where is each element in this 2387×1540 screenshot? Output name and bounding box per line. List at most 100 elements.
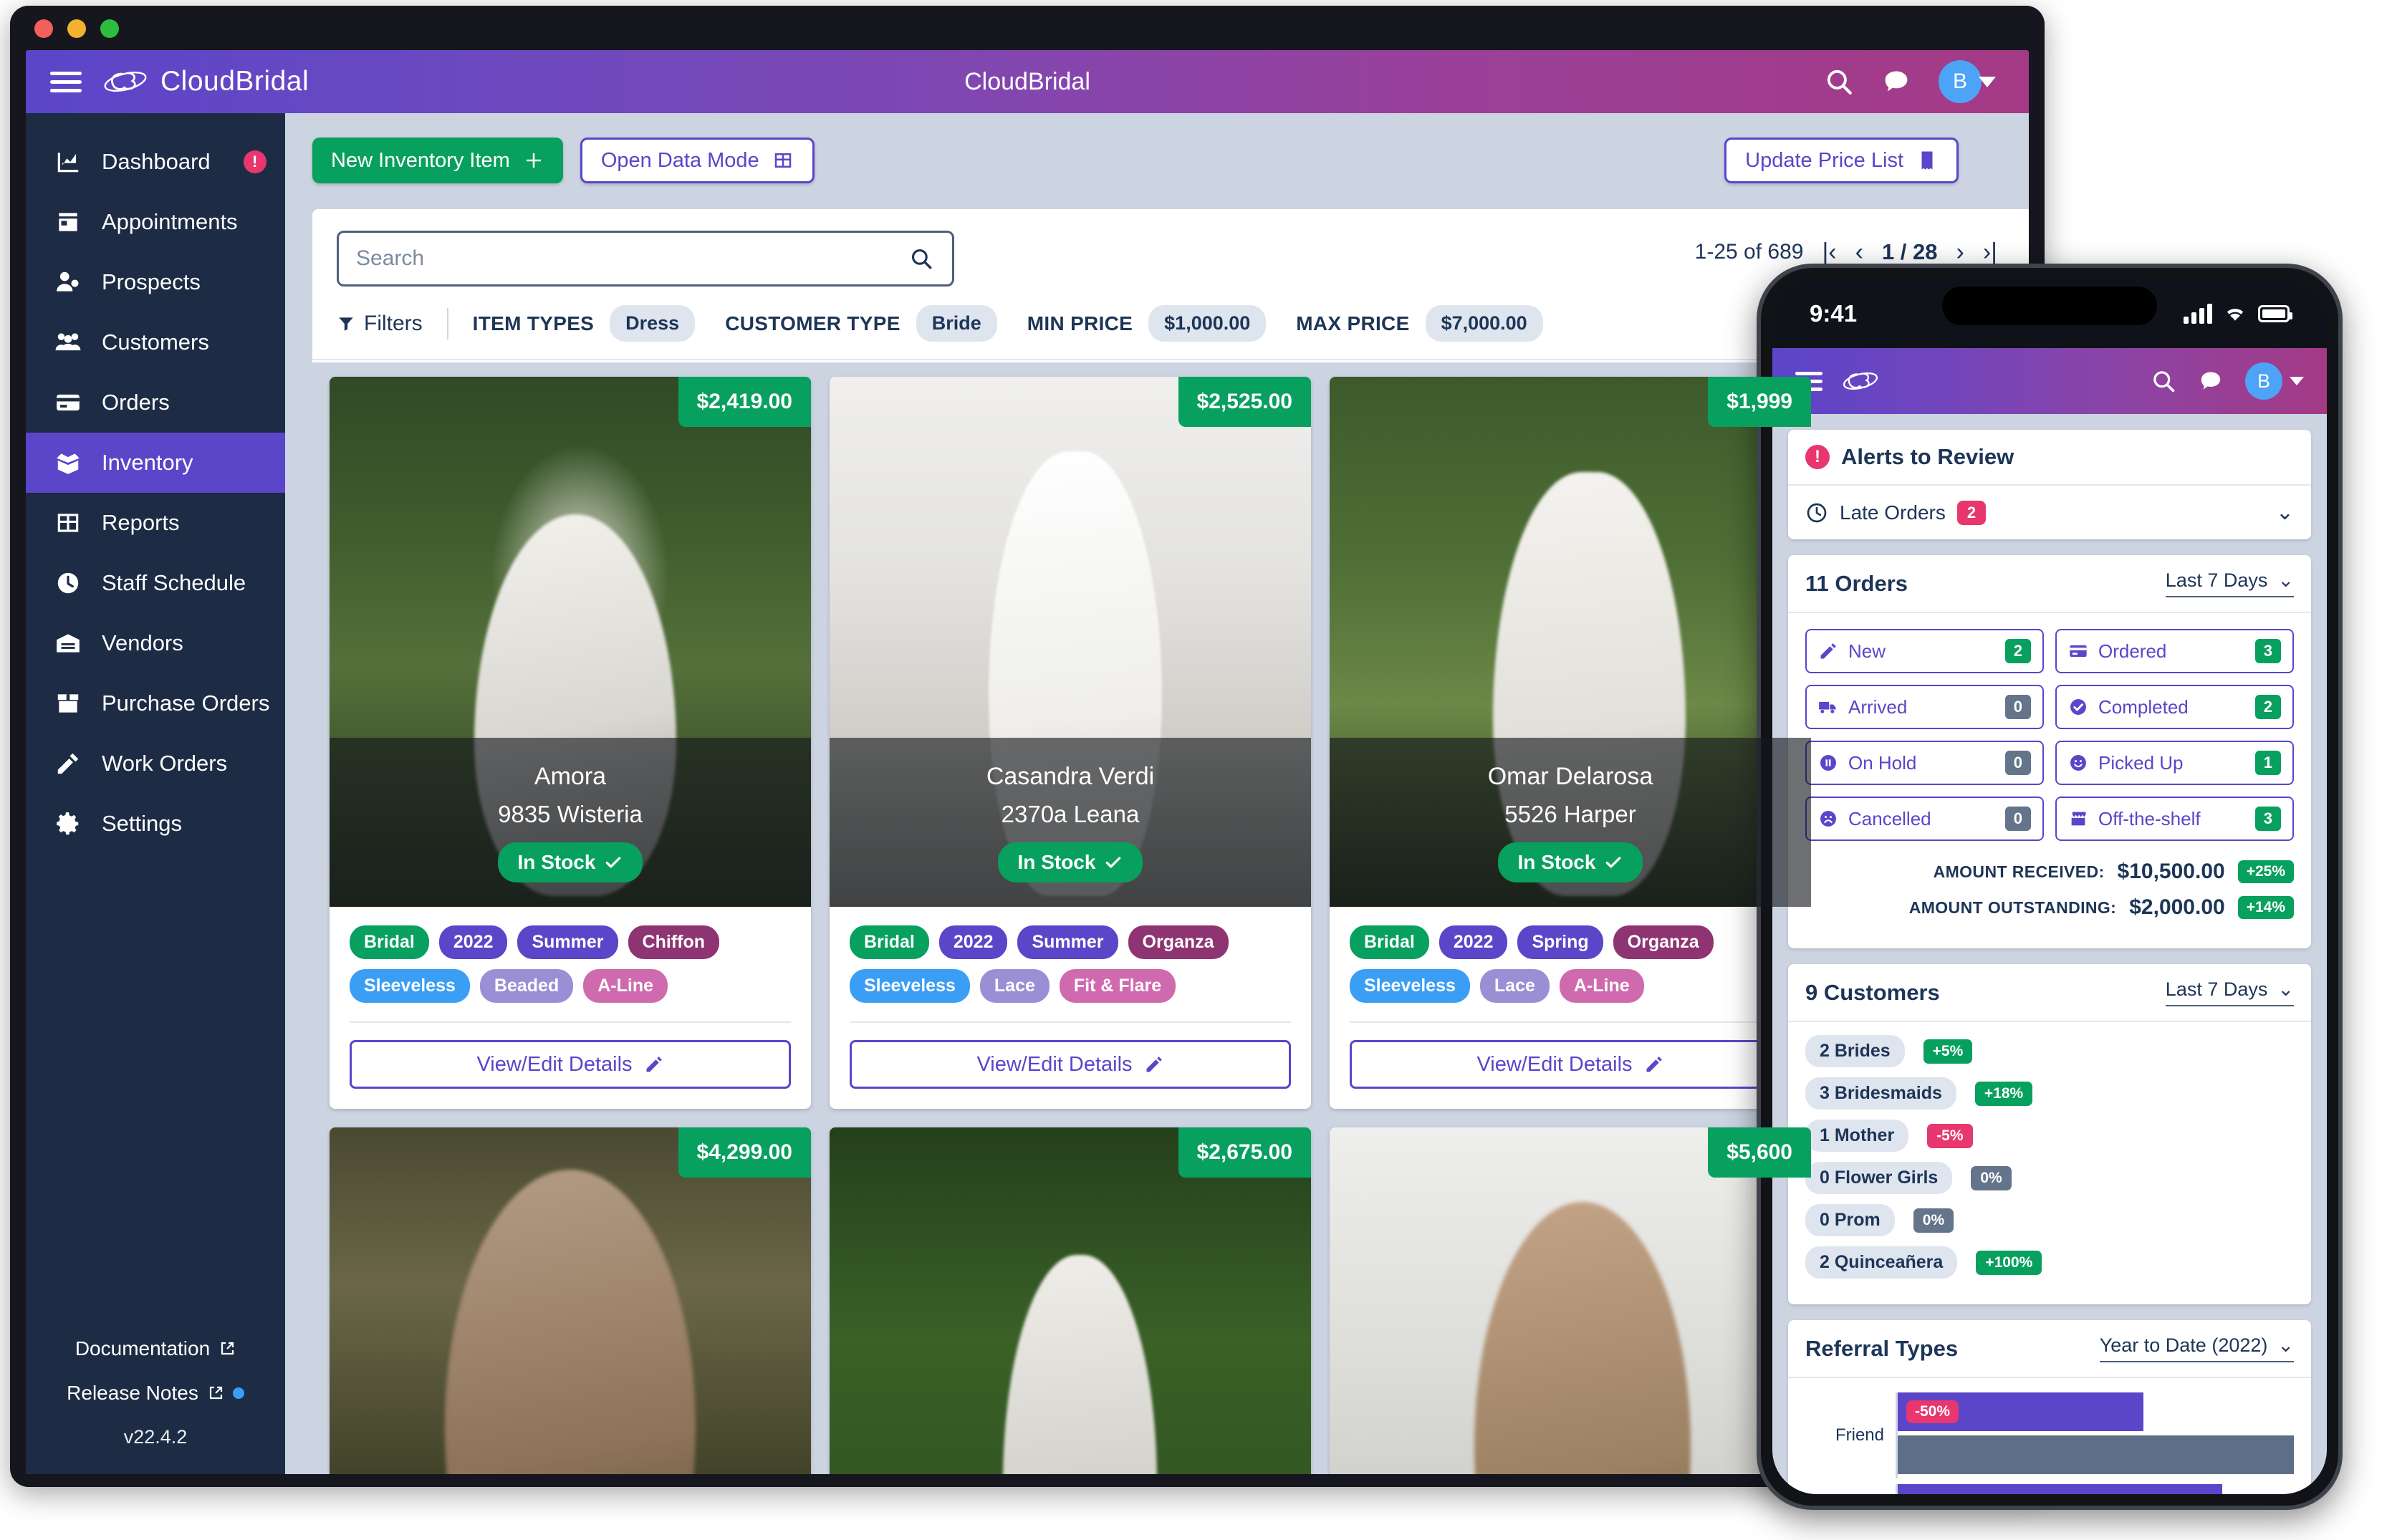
next-page-button[interactable]: › [1956,240,1964,264]
list-item[interactable]: 0 Flower Girls 0% [1805,1162,2294,1194]
chevron-down-icon[interactable]: ⌄ [2276,500,2294,525]
tag[interactable]: Bridal [850,925,929,959]
search-box[interactable] [337,231,954,287]
tag[interactable]: 2022 [439,925,508,959]
orders-range-select[interactable]: Last 7 Days ⌄ [2166,569,2294,597]
sidebar-item-work-orders[interactable]: Work Orders [26,733,285,794]
last-page-button[interactable]: ›| [1983,240,1997,264]
order-status-ordered[interactable]: Ordered 3 [2055,629,2294,673]
tag[interactable]: Bridal [350,925,429,959]
sidebar-item-prospects[interactable]: Prospects [26,252,285,312]
status-label: New [1848,640,1886,663]
sidebar-item-vendors[interactable]: Vendors [26,613,285,673]
search-icon[interactable] [909,246,933,271]
late-orders-row[interactable]: Late Orders 2 ⌄ [1788,486,2311,539]
search-icon[interactable] [1824,67,1854,97]
order-status-picked-up[interactable]: Picked Up 1 [2055,741,2294,785]
sidebar-item-staff-schedule[interactable]: Staff Schedule [26,553,285,613]
sidebar: Dashboard ! Appointments Prospects [26,113,285,1474]
close-window-button[interactable] [34,19,53,38]
tag[interactable]: Fit & Flare [1060,969,1176,1003]
tag[interactable]: 2022 [1439,925,1508,959]
plus-icon [523,150,544,171]
tag[interactable]: Bridal [1350,925,1429,959]
filter-chip-min-price[interactable]: $1,000.00 [1148,305,1266,342]
brand[interactable]: CloudBridal [103,66,309,97]
list-item[interactable]: 1 Mother -5% [1805,1120,2294,1152]
customers-range-select[interactable]: Last 7 Days ⌄ [2166,978,2294,1006]
tag[interactable]: Lace [1480,969,1550,1003]
tag[interactable]: Sleeveless [1350,969,1470,1003]
order-status-completed[interactable]: Completed 2 [2055,685,2294,729]
order-status-off-the-shelf[interactable]: Off-the-shelf 3 [2055,797,2294,841]
first-page-button[interactable]: |‹ [1822,240,1836,264]
inventory-card[interactable]: $2,525.00 Casandra Verdi 2370a Leana In … [830,377,1311,1109]
tag[interactable]: Chiffon [628,925,719,959]
inventory-card[interactable]: $2,419.00 Amora 9835 Wisteria In Stock [330,377,811,1109]
account-menu[interactable]: B [1939,60,1996,103]
order-status-cancelled[interactable]: Cancelled 0 [1805,797,2044,841]
new-inventory-item-label: New Inventory Item [331,149,510,173]
customer-type-list: 2 Brides +5% 3 Bridesmaids +18% 1 Mother… [1788,1022,2311,1304]
list-item[interactable]: 0 Prom 0% [1805,1204,2294,1236]
minimize-window-button[interactable] [67,19,86,38]
sidebar-item-appointments[interactable]: Appointments [26,192,285,252]
inventory-card[interactable]: $5,600 [1330,1127,1811,1474]
referrals-range-select[interactable]: Year to Date (2022) ⌄ [2100,1334,2294,1362]
view-edit-details-button[interactable]: View/Edit Details [1350,1040,1791,1089]
tag[interactable]: 2022 [939,925,1008,959]
sidebar-item-purchase-orders[interactable]: Purchase Orders [26,673,285,733]
sidebar-item-inventory[interactable]: Inventory [26,433,285,493]
list-item[interactable]: 2 Quinceañera +100% [1805,1246,2294,1279]
tag[interactable]: Organza [1613,925,1714,959]
sidebar-item-reports[interactable]: Reports [26,493,285,553]
app-header: CloudBridal CloudBridal B [26,50,2029,113]
order-status-new[interactable]: New 2 [1805,629,2044,673]
order-status-on-hold[interactable]: On Hold 0 [1805,741,2044,785]
tag[interactable]: Spring [1517,925,1603,959]
filter-chip-item-types[interactable]: Dress [610,305,695,342]
release-notes-link[interactable]: Release Notes [26,1382,285,1405]
chat-icon[interactable] [1881,67,1911,97]
search-input[interactable] [339,246,909,271]
tag[interactable]: A-Line [583,969,668,1003]
filter-chip-customer-type[interactable]: Bride [916,305,997,342]
prev-page-button[interactable]: ‹ [1855,240,1863,264]
inventory-card[interactable]: $2,675.00 [830,1127,1311,1474]
sidebar-item-orders[interactable]: Orders [26,372,285,433]
search-icon[interactable] [2151,368,2176,394]
maximize-window-button[interactable] [100,19,119,38]
tag[interactable]: Summer [1017,925,1118,959]
chat-icon[interactable] [2198,368,2224,394]
check-icon [1104,853,1123,872]
tag[interactable]: Sleeveless [850,969,970,1003]
filter-icon [337,314,355,333]
tag[interactable]: Summer [517,925,618,959]
status-count: 3 [2255,639,2281,663]
sidebar-item-customers[interactable]: Customers [26,312,285,372]
filters-toggle[interactable]: Filters [337,312,423,336]
card-body: Bridal 2022 Spring Organza Sleeveless La… [1330,907,1811,1109]
documentation-link[interactable]: Documentation [26,1337,285,1360]
tag[interactable]: Organza [1128,925,1229,959]
tag[interactable]: Sleeveless [350,969,470,1003]
list-item[interactable]: 2 Brides +5% [1805,1035,2294,1067]
menu-icon[interactable] [50,67,82,97]
inventory-card[interactable]: $4,299.00 [330,1127,811,1474]
sidebar-item-settings[interactable]: Settings [26,794,285,854]
inventory-card[interactable]: $1,999 Omar Delarosa 5526 Harper In Stoc… [1330,377,1811,1109]
tag[interactable]: Beaded [480,969,573,1003]
new-inventory-item-button[interactable]: New Inventory Item [312,138,563,183]
update-price-list-button[interactable]: Update Price List [1724,138,1959,183]
view-edit-details-button[interactable]: View/Edit Details [850,1040,1291,1089]
sidebar-item-dashboard[interactable]: Dashboard ! [26,132,285,192]
list-item[interactable]: 3 Bridesmaids +18% [1805,1077,2294,1110]
filter-chip-max-price[interactable]: $7,000.00 [1426,305,1543,342]
tag[interactable]: Lace [980,969,1050,1003]
tag[interactable]: A-Line [1560,969,1644,1003]
order-status-arrived[interactable]: Arrived 0 [1805,685,2044,729]
view-edit-details-button[interactable]: View/Edit Details [350,1040,791,1089]
clock-icon [54,569,82,597]
open-data-mode-button[interactable]: Open Data Mode [580,138,815,183]
account-menu[interactable]: B [2245,362,2304,400]
